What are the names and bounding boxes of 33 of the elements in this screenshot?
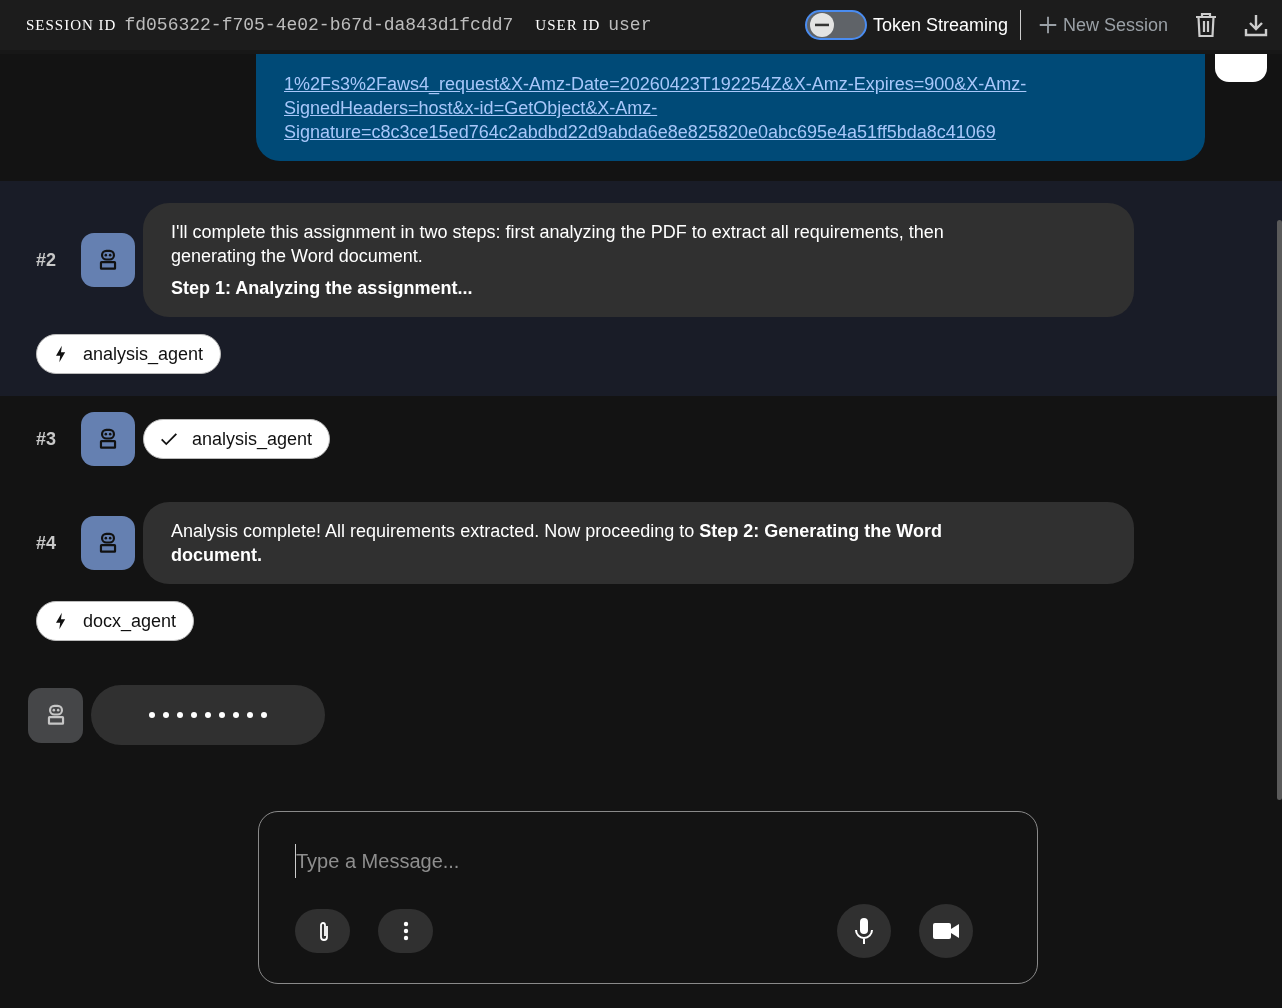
user-avatar [1215, 54, 1267, 82]
agent-chip[interactable]: analysis_agent [36, 334, 222, 374]
message-text: Analysis complete! All requirements extracted. Now proceeding to Step 2: Generating the Word document. [171, 520, 943, 567]
download-icon[interactable] [1244, 13, 1268, 37]
message-input-field[interactable]: Type a Message... [295, 844, 1001, 878]
new-session-button[interactable]: New Session [1036, 14, 1168, 36]
robot-avatar-icon [81, 412, 135, 466]
attach-icon[interactable] [295, 909, 350, 953]
user-id-label: USER ID [535, 16, 601, 34]
message-text: I'll complete this assignment in two steps: first analyzing the PDF to extract all requirements, then generating the Word document. [171, 221, 945, 268]
user-id-value: user [608, 15, 652, 35]
video-camera-icon[interactable] [919, 904, 973, 958]
robot-avatar-icon [81, 233, 135, 287]
file-link[interactable]: 1%2Fs3%2Faws4_request&X-Amz-Date=20260423T192254Z&X-Amz-Expires=900&X-Amz- [284, 72, 1185, 96]
token-streaming-switch[interactable] [804, 10, 867, 40]
minus-icon [809, 13, 834, 37]
file-link[interactable]: Signature=c8c3ce15ed764c2abdbd22d9abda6e8e825820e0abc695e4a51ff5bda8c41069 [284, 120, 1185, 144]
agent-chip[interactable]: analysis_agent [143, 419, 331, 459]
message-number: #2 [36, 249, 58, 271]
typing-dots-icon [149, 712, 267, 718]
robot-avatar-icon [28, 687, 83, 743]
robot-avatar-icon [81, 516, 135, 570]
file-link[interactable]: SignedHeaders=host&x-id=GetObject&X-Amz- [284, 96, 1185, 120]
message-text: Step 1: Analyzing the assignment... [171, 277, 474, 300]
token-streaming-label: Token Streaming [872, 14, 1008, 36]
scrollbar[interactable] [1277, 220, 1282, 800]
message-number: #4 [36, 532, 58, 554]
session-id-label: SESSION ID [26, 16, 117, 34]
delete-icon[interactable] [1194, 12, 1218, 38]
message-number: #3 [36, 428, 58, 450]
microphone-icon[interactable] [837, 904, 891, 958]
session-id-value: fd056322-f705-4e02-b67d-da843d1fcdd7 [124, 15, 514, 35]
agent-chip[interactable]: docx_agent [36, 601, 195, 641]
